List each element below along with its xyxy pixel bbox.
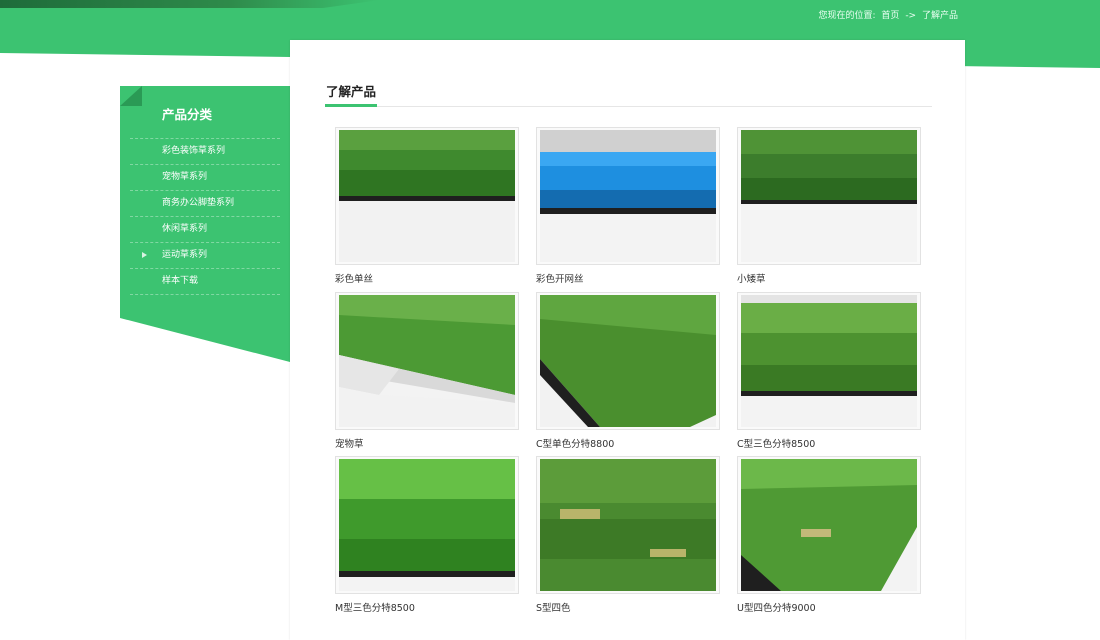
product-card[interactable]: 彩色开网丝 xyxy=(536,127,720,285)
product-name: M型三色分特8500 xyxy=(335,603,415,614)
product-image-pet-turf[interactable] xyxy=(339,295,515,427)
product-name: U型四色分特9000 xyxy=(737,603,816,614)
product-image-frame xyxy=(536,292,720,430)
product-image-frame xyxy=(737,292,921,430)
breadcrumb: 您现在的位置: 首页 -> 了解产品 xyxy=(816,8,959,21)
sidebar-title: 产品分类 xyxy=(162,107,213,122)
product-card[interactable]: 小矮草 xyxy=(737,127,921,285)
product-image-frame xyxy=(335,127,519,265)
sidebar-item-sports[interactable]: 运动草系列 xyxy=(130,243,280,269)
sidebar-list: 彩色装饰草系列 宠物草系列 商务办公脚垫系列 休闲草系列 运动草系列 样本下载 xyxy=(130,138,280,295)
product-name: 彩色开网丝 xyxy=(536,274,584,285)
product-image-m-type-turf[interactable] xyxy=(339,459,515,591)
product-card[interactable]: U型四色分特9000 xyxy=(737,456,921,614)
product-card[interactable]: C型单色分特8800 xyxy=(536,292,720,450)
product-card[interactable]: M型三色分特8500 xyxy=(335,456,519,614)
product-name: C型单色分特8800 xyxy=(536,439,615,450)
sidebar-item-pet[interactable]: 宠物草系列 xyxy=(130,165,280,191)
product-name: 彩色单丝 xyxy=(335,274,374,285)
product-image-blue-turf[interactable] xyxy=(540,130,716,262)
caret-right-icon xyxy=(142,252,147,258)
sidebar-item-colored-decor[interactable]: 彩色装饰草系列 xyxy=(130,138,280,165)
product-name: 小矮草 xyxy=(737,274,766,285)
product-image-frame xyxy=(536,127,720,265)
product-image-u-type-turf[interactable] xyxy=(741,459,917,591)
product-image-c-type-tricolor[interactable] xyxy=(741,295,917,427)
product-image-s-type-turf[interactable] xyxy=(540,459,716,591)
product-image-turf[interactable] xyxy=(339,130,515,262)
sidebar-item-label: 彩色装饰草系列 xyxy=(162,146,226,156)
product-image-frame xyxy=(536,456,720,594)
product-card[interactable]: 宠物草 xyxy=(335,292,519,450)
title-underline xyxy=(325,104,377,107)
breadcrumb-separator: -> xyxy=(905,11,917,21)
product-card[interactable]: S型四色 xyxy=(536,456,720,614)
sidebar-item-label: 运动草系列 xyxy=(162,250,208,260)
header-banner-edge xyxy=(0,0,380,8)
title-divider xyxy=(325,106,932,107)
product-name: 宠物草 xyxy=(335,439,364,450)
sidebar-item-label: 样本下载 xyxy=(162,276,199,286)
breadcrumb-current[interactable]: 了解产品 xyxy=(922,11,958,21)
product-image-frame xyxy=(737,127,921,265)
sidebar-item-label: 休闲草系列 xyxy=(162,224,208,234)
sidebar-item-sample-download[interactable]: 样本下载 xyxy=(130,269,280,295)
product-image-frame xyxy=(335,292,519,430)
sidebar-item-office-mat[interactable]: 商务办公脚垫系列 xyxy=(130,191,280,217)
product-image-short-turf[interactable] xyxy=(741,130,917,262)
product-name: C型三色分特8500 xyxy=(737,439,816,450)
main-panel: 了解产品 彩色单丝 彩色开网丝 小矮草 宠物草 C型单色分特8800 C型三色分… xyxy=(290,40,965,640)
product-image-frame xyxy=(335,456,519,594)
sidebar-item-label: 宠物草系列 xyxy=(162,172,208,182)
sidebar-item-label: 商务办公脚垫系列 xyxy=(162,198,235,208)
product-name: S型四色 xyxy=(536,603,571,614)
breadcrumb-prefix: 您现在的位置: xyxy=(818,11,876,21)
product-card[interactable]: C型三色分特8500 xyxy=(737,292,921,450)
product-category-sidebar: 产品分类 彩色装饰草系列 宠物草系列 商务办公脚垫系列 休闲草系列 运动草系列 … xyxy=(120,86,290,362)
product-card[interactable]: 彩色单丝 xyxy=(335,127,519,285)
sidebar-item-leisure[interactable]: 休闲草系列 xyxy=(130,217,280,243)
product-image-c-type-turf[interactable] xyxy=(540,295,716,427)
breadcrumb-home-link[interactable]: 首页 xyxy=(881,11,899,21)
product-image-frame xyxy=(737,456,921,594)
page-title: 了解产品 xyxy=(326,84,377,99)
